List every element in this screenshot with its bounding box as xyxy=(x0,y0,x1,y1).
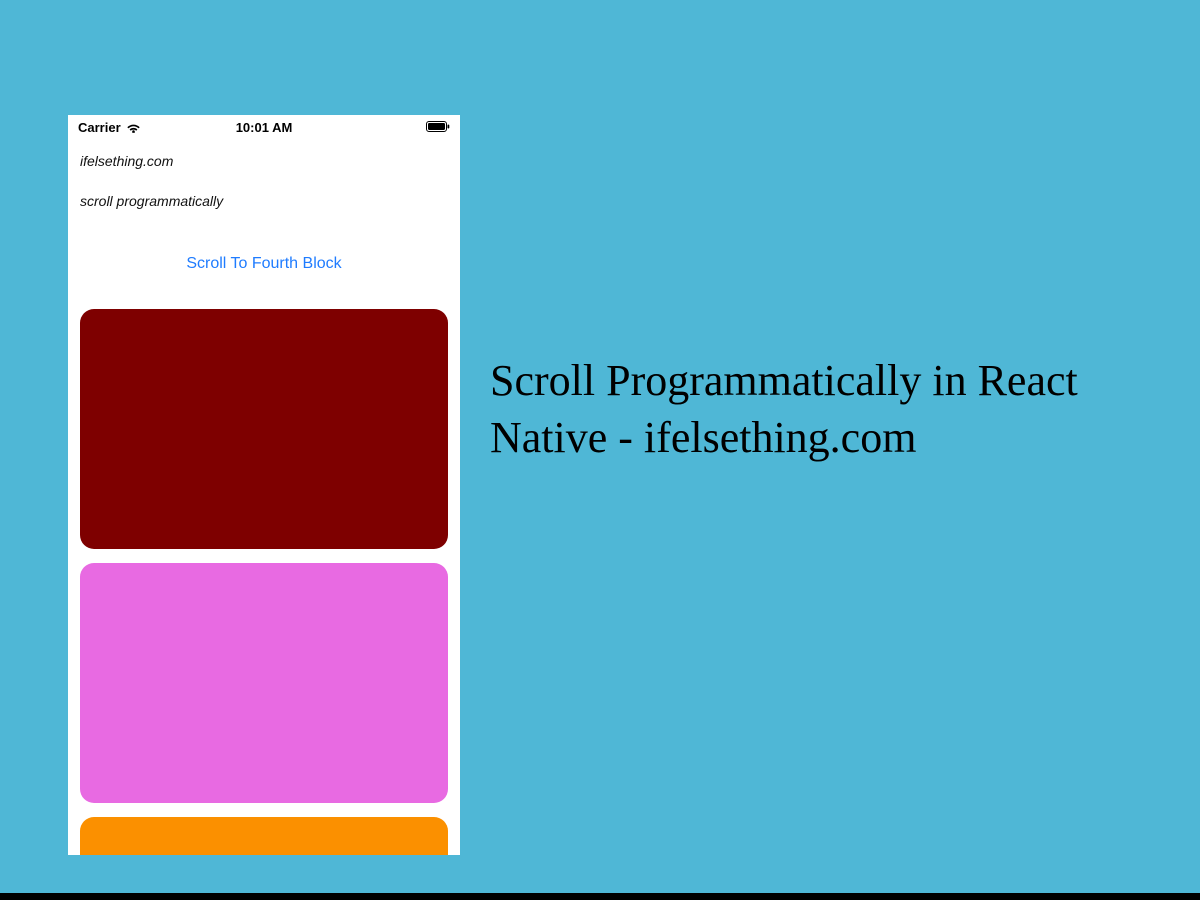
status-bar: Carrier 10:01 AM xyxy=(68,115,460,139)
article-title: Scroll Programmatically in React Native … xyxy=(490,352,1170,466)
scroll-to-fourth-button[interactable]: Scroll To Fourth Block xyxy=(68,209,460,291)
status-bar-right xyxy=(426,121,450,133)
color-block xyxy=(80,817,448,855)
page-subtitle: scroll programmatically xyxy=(68,169,460,209)
status-bar-left: Carrier xyxy=(78,120,141,135)
carrier-label: Carrier xyxy=(78,120,121,135)
wifi-icon xyxy=(126,122,141,133)
battery-icon xyxy=(426,121,450,133)
phone-mockup: Carrier 10:01 AM i xyxy=(68,115,460,855)
color-block xyxy=(80,309,448,549)
color-block xyxy=(80,563,448,803)
site-label: ifelsething.com xyxy=(68,139,460,169)
status-bar-time: 10:01 AM xyxy=(236,120,293,135)
scroll-content[interactable] xyxy=(68,291,460,855)
